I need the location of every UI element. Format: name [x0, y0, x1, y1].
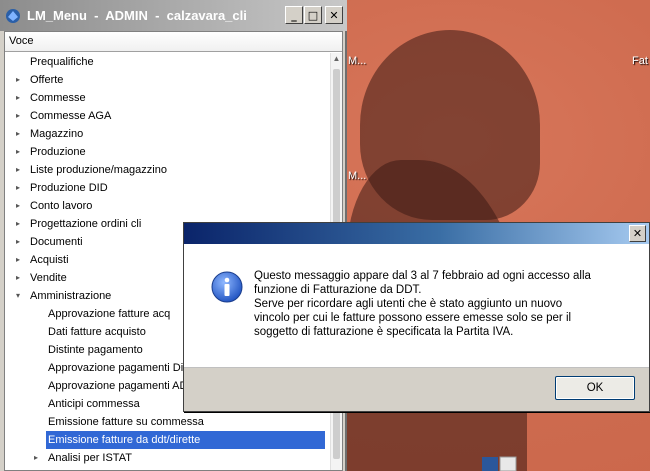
document-icon[interactable]	[480, 455, 520, 471]
tree-item-label: Approvazione pagamenti AD	[48, 380, 188, 392]
tree-item-label: Acquisti	[30, 254, 69, 266]
ok-button[interactable]: OK	[555, 376, 635, 400]
close-button[interactable]: ✕	[325, 6, 343, 24]
tree-subitem[interactable]: Emissione fatture da ddt/dirette	[5, 431, 329, 449]
dialog-titlebar[interactable]: ✕	[184, 223, 649, 244]
tree-item[interactable]: ▸ Commesse	[5, 89, 329, 107]
app-icon	[6, 8, 20, 23]
expand-right-icon[interactable]: ▸	[13, 107, 23, 125]
message-line: funzione di Fatturazione da DDT.	[254, 284, 422, 296]
dialog-close-button[interactable]: ✕	[629, 225, 646, 242]
tree-item[interactable]: ▸ Liste produzione/magazzino	[5, 161, 329, 179]
tree-item-label: Produzione DID	[30, 182, 108, 194]
tree-item[interactable]: ▸ Magazzino	[5, 125, 329, 143]
message-line: Questo messaggio appare dal 3 al 7 febbr…	[254, 270, 591, 282]
expand-right-icon[interactable]: ▸	[13, 161, 23, 179]
expand-right-icon[interactable]: ▸	[13, 179, 23, 197]
column-header[interactable]: Voce	[5, 32, 342, 52]
tree-subitem[interactable]: Emissione fatture su commessa	[5, 413, 329, 431]
expand-right-icon[interactable]: ▸	[13, 233, 23, 251]
tree-item-label: Offerte	[30, 74, 64, 86]
tree-item-label: Prequalifiche	[30, 56, 94, 68]
tree-item[interactable]: ▸ Commesse AGA	[5, 107, 329, 125]
tree-item-label: Distinte pagamento	[48, 344, 143, 356]
expand-right-icon[interactable]: ▸	[13, 71, 23, 89]
tree-item[interactable]: ▸ Produzione	[5, 143, 329, 161]
tree-item[interactable]: ▸ Conto lavoro	[5, 197, 329, 215]
tree-item-label: Approvazione pagamenti Dir	[48, 362, 187, 374]
desktop-icon-label[interactable]: Fat	[632, 55, 648, 67]
window-titlebar[interactable]: LM_Menu - ADMIN - calzavara_cli _ □ ✕	[0, 0, 347, 31]
tree-item-label: Progettazione ordini cli	[30, 218, 142, 230]
desktop-icon-label[interactable]: M...	[348, 55, 366, 67]
message-dialog: ✕ Questo messaggio appare dal 3 al 7 feb…	[183, 222, 650, 412]
expand-down-icon[interactable]: ▾	[13, 287, 23, 305]
tree-item-label: Liste produzione/magazzino	[30, 164, 167, 176]
tree-item-label: Dati fatture acquisto	[48, 326, 146, 338]
tree-item[interactable]: ▸ Produzione DID	[5, 179, 329, 197]
expand-right-icon[interactable]: ▸	[13, 125, 23, 143]
message-line: Serve per ricordare agli utenti che è st…	[254, 298, 563, 310]
tree-item-label: Emissione fatture su commessa	[48, 416, 204, 428]
expand-right-icon[interactable]: ▸	[13, 197, 23, 215]
dialog-body: Questo messaggio appare dal 3 al 7 febbr…	[184, 244, 649, 367]
desktop-icon-label[interactable]: M...	[348, 170, 366, 182]
expand-right-icon[interactable]: ▸	[13, 251, 23, 269]
minimize-button[interactable]: _	[285, 6, 303, 24]
expand-right-icon[interactable]: ▸	[13, 215, 23, 233]
tree-item-label: Commesse AGA	[30, 110, 112, 122]
tree-item-label: Magazzino	[30, 128, 84, 140]
expand-right-icon[interactable]: ▸	[13, 89, 23, 107]
scroll-up-icon[interactable]: ▲	[331, 53, 342, 65]
expand-right-icon[interactable]: ▸	[13, 143, 23, 161]
message-line: soggetto di fatturazione è specificata l…	[254, 326, 514, 338]
maximize-button[interactable]: □	[304, 6, 322, 24]
tree-item-label: Commesse	[30, 92, 86, 104]
tree-item[interactable]: Prequalifiche	[5, 53, 329, 71]
window-title: LM_Menu - ADMIN - calzavara_cli	[27, 8, 247, 23]
expand-right-icon[interactable]: ▸	[13, 269, 23, 287]
tree-item-label: Emissione fatture da ddt/dirette	[46, 431, 325, 449]
tree-item-label: Vendite	[30, 272, 67, 284]
tree-item-label: Anticipi commessa	[48, 398, 140, 410]
tree-subitem[interactable]: ▸ Analisi per ISTAT	[5, 449, 329, 467]
tree-item-label: Documenti	[30, 236, 83, 248]
dialog-footer: OK	[184, 367, 649, 411]
tree-item-label: Amministrazione	[30, 290, 112, 302]
tree-item-label: Approvazione fatture acq	[48, 308, 171, 320]
tree-item-label: Produzione	[30, 146, 86, 158]
tree-item-label: Conto lavoro	[30, 200, 93, 212]
message-line: vincolo per cui le fatture possono esser…	[254, 312, 572, 324]
expand-right-icon[interactable]: ▸	[31, 449, 41, 467]
tree-item-label: Analisi per ISTAT	[48, 452, 132, 464]
dialog-message: Questo messaggio appare dal 3 al 7 febbr…	[254, 269, 644, 339]
info-icon	[211, 271, 243, 303]
tree-item[interactable]: ▸ Offerte	[5, 71, 329, 89]
